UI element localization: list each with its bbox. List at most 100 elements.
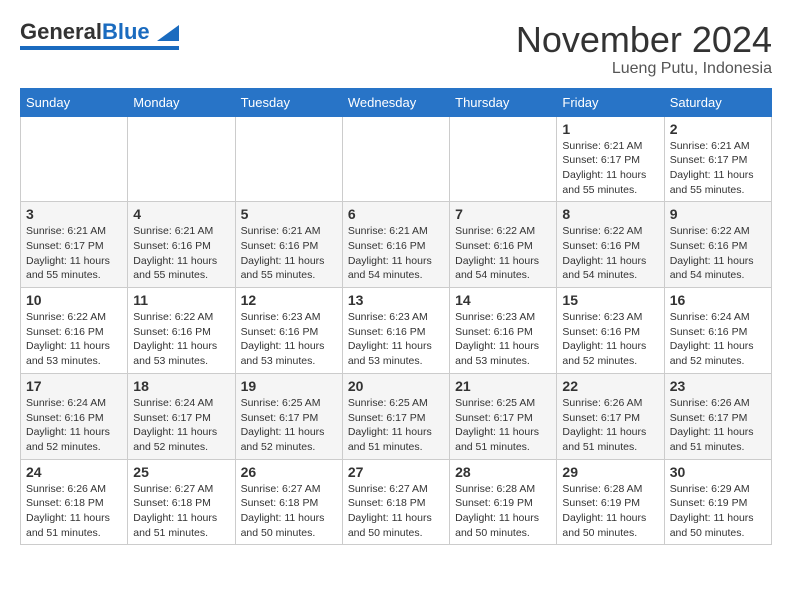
calendar-cell: 3 Sunrise: 6:21 AMSunset: 6:17 PMDaylight… xyxy=(21,202,128,288)
calendar-cell: 14 Sunrise: 6:23 AMSunset: 6:16 PMDayligh… xyxy=(450,288,557,374)
day-info: Sunrise: 6:25 AMSunset: 6:17 PMDaylight:… xyxy=(455,396,551,455)
day-info: Sunrise: 6:25 AMSunset: 6:17 PMDaylight:… xyxy=(348,396,444,455)
calendar-cell: 26Sunrise: 6:27 AMSunset: 6:18 PMDayligh… xyxy=(235,459,342,545)
day-info: Sunrise: 6:23 AMSunset: 6:16 PMDaylight:… xyxy=(241,310,337,369)
day-number: 2 xyxy=(670,121,766,137)
calendar-cell: 12 Sunrise: 6:23 AMSunset: 6:16 PMDayligh… xyxy=(235,288,342,374)
day-info: Sunrise: 6:29 AMSunset: 6:19 PMDaylight:… xyxy=(670,482,766,541)
day-info: Sunrise: 6:23 AMSunset: 6:16 PMDaylight:… xyxy=(455,310,551,369)
day-info: Sunrise: 6:22 AMSunset: 6:16 PMDaylight:… xyxy=(562,224,658,283)
day-number: 15 xyxy=(562,292,658,308)
day-number: 3 xyxy=(26,206,122,222)
day-number: 20 xyxy=(348,378,444,394)
weekday-header-monday: Monday xyxy=(128,88,235,116)
day-info: Sunrise: 6:27 AMSunset: 6:18 PMDaylight:… xyxy=(348,482,444,541)
calendar-cell: 15 Sunrise: 6:23 AMSunset: 6:16 PMDayligh… xyxy=(557,288,664,374)
calendar-header-row: SundayMondayTuesdayWednesdayThursdayFrid… xyxy=(21,88,772,116)
weekday-header-saturday: Saturday xyxy=(664,88,771,116)
day-number: 26 xyxy=(241,464,337,480)
calendar-cell: 17 Sunrise: 6:24 AMSunset: 6:16 PMDayligh… xyxy=(21,373,128,459)
day-number: 23 xyxy=(670,378,766,394)
day-number: 1 xyxy=(562,121,658,137)
day-number: 22 xyxy=(562,378,658,394)
day-number: 13 xyxy=(348,292,444,308)
calendar-cell: 27Sunrise: 6:27 AMSunset: 6:18 PMDayligh… xyxy=(342,459,449,545)
calendar-week-3: 10 Sunrise: 6:22 AMSunset: 6:16 PMDayligh… xyxy=(21,288,772,374)
day-info: Sunrise: 6:23 AMSunset: 6:16 PMDaylight:… xyxy=(348,310,444,369)
day-info: Sunrise: 6:23 AMSunset: 6:16 PMDaylight:… xyxy=(562,310,658,369)
month-title: November 2024 xyxy=(516,20,772,60)
calendar-cell: 16Sunrise: 6:24 AMSunset: 6:16 PMDayligh… xyxy=(664,288,771,374)
page-header: GeneralBlue November 2024 Lueng Putu, In… xyxy=(20,20,772,78)
calendar-cell: 11Sunrise: 6:22 AMSunset: 6:16 PMDayligh… xyxy=(128,288,235,374)
calendar-week-5: 24 Sunrise: 6:26 AMSunset: 6:18 PMDayligh… xyxy=(21,459,772,545)
calendar-table: SundayMondayTuesdayWednesdayThursdayFrid… xyxy=(20,88,772,546)
day-info: Sunrise: 6:21 AMSunset: 6:17 PMDaylight:… xyxy=(26,224,122,283)
weekday-header-tuesday: Tuesday xyxy=(235,88,342,116)
day-number: 19 xyxy=(241,378,337,394)
calendar-cell: 29Sunrise: 6:28 AMSunset: 6:19 PMDayligh… xyxy=(557,459,664,545)
calendar-cell: 22Sunrise: 6:26 AMSunset: 6:17 PMDayligh… xyxy=(557,373,664,459)
day-number: 4 xyxy=(133,206,229,222)
logo-blue: Blue xyxy=(102,19,150,44)
calendar-cell xyxy=(128,116,235,202)
day-info: Sunrise: 6:26 AMSunset: 6:17 PMDaylight:… xyxy=(670,396,766,455)
day-info: Sunrise: 6:21 AMSunset: 6:17 PMDaylight:… xyxy=(562,139,658,198)
calendar-week-4: 17 Sunrise: 6:24 AMSunset: 6:16 PMDayligh… xyxy=(21,373,772,459)
calendar-cell: 24 Sunrise: 6:26 AMSunset: 6:18 PMDayligh… xyxy=(21,459,128,545)
calendar-cell: 6 Sunrise: 6:21 AMSunset: 6:16 PMDaylight… xyxy=(342,202,449,288)
location-subtitle: Lueng Putu, Indonesia xyxy=(516,60,772,78)
calendar-cell xyxy=(450,116,557,202)
calendar-cell: 8 Sunrise: 6:22 AMSunset: 6:16 PMDaylight… xyxy=(557,202,664,288)
calendar-cell: 20 Sunrise: 6:25 AMSunset: 6:17 PMDayligh… xyxy=(342,373,449,459)
calendar-cell: 25Sunrise: 6:27 AMSunset: 6:18 PMDayligh… xyxy=(128,459,235,545)
day-info: Sunrise: 6:24 AMSunset: 6:17 PMDaylight:… xyxy=(133,396,229,455)
day-info: Sunrise: 6:25 AMSunset: 6:17 PMDaylight:… xyxy=(241,396,337,455)
day-number: 24 xyxy=(26,464,122,480)
day-info: Sunrise: 6:26 AMSunset: 6:18 PMDaylight:… xyxy=(26,482,122,541)
day-info: Sunrise: 6:24 AMSunset: 6:16 PMDaylight:… xyxy=(26,396,122,455)
calendar-week-2: 3 Sunrise: 6:21 AMSunset: 6:17 PMDaylight… xyxy=(21,202,772,288)
calendar-cell: 23 Sunrise: 6:26 AMSunset: 6:17 PMDayligh… xyxy=(664,373,771,459)
day-info: Sunrise: 6:27 AMSunset: 6:18 PMDaylight:… xyxy=(133,482,229,541)
calendar-cell: 4 Sunrise: 6:21 AMSunset: 6:16 PMDaylight… xyxy=(128,202,235,288)
weekday-header-friday: Friday xyxy=(557,88,664,116)
calendar-cell xyxy=(342,116,449,202)
day-number: 14 xyxy=(455,292,551,308)
logo: GeneralBlue xyxy=(20,20,179,50)
title-section: November 2024 Lueng Putu, Indonesia xyxy=(516,20,772,78)
calendar-cell: 30 Sunrise: 6:29 AMSunset: 6:19 PMDayligh… xyxy=(664,459,771,545)
calendar-cell: 28 Sunrise: 6:28 AMSunset: 6:19 PMDayligh… xyxy=(450,459,557,545)
day-number: 5 xyxy=(241,206,337,222)
day-info: Sunrise: 6:24 AMSunset: 6:16 PMDaylight:… xyxy=(670,310,766,369)
weekday-header-wednesday: Wednesday xyxy=(342,88,449,116)
day-number: 7 xyxy=(455,206,551,222)
logo-general: General xyxy=(20,19,102,44)
day-info: Sunrise: 6:22 AMSunset: 6:16 PMDaylight:… xyxy=(455,224,551,283)
day-number: 6 xyxy=(348,206,444,222)
day-info: Sunrise: 6:22 AMSunset: 6:16 PMDaylight:… xyxy=(26,310,122,369)
calendar-cell: 10 Sunrise: 6:22 AMSunset: 6:16 PMDayligh… xyxy=(21,288,128,374)
calendar-cell: 7 Sunrise: 6:22 AMSunset: 6:16 PMDaylight… xyxy=(450,202,557,288)
day-info: Sunrise: 6:21 AMSunset: 6:17 PMDaylight:… xyxy=(670,139,766,198)
day-number: 21 xyxy=(455,378,551,394)
day-number: 12 xyxy=(241,292,337,308)
calendar-cell: 9Sunrise: 6:22 AMSunset: 6:16 PMDaylight… xyxy=(664,202,771,288)
day-info: Sunrise: 6:21 AMSunset: 6:16 PMDaylight:… xyxy=(133,224,229,283)
calendar-cell: 13 Sunrise: 6:23 AMSunset: 6:16 PMDayligh… xyxy=(342,288,449,374)
day-number: 30 xyxy=(670,464,766,480)
calendar-cell: 18 Sunrise: 6:24 AMSunset: 6:17 PMDayligh… xyxy=(128,373,235,459)
calendar-cell xyxy=(21,116,128,202)
day-number: 8 xyxy=(562,206,658,222)
day-number: 28 xyxy=(455,464,551,480)
weekday-header-thursday: Thursday xyxy=(450,88,557,116)
day-number: 17 xyxy=(26,378,122,394)
day-number: 11 xyxy=(133,292,229,308)
calendar-cell xyxy=(235,116,342,202)
day-info: Sunrise: 6:21 AMSunset: 6:16 PMDaylight:… xyxy=(348,224,444,283)
day-number: 29 xyxy=(562,464,658,480)
day-info: Sunrise: 6:28 AMSunset: 6:19 PMDaylight:… xyxy=(455,482,551,541)
day-number: 10 xyxy=(26,292,122,308)
day-number: 18 xyxy=(133,378,229,394)
calendar-week-1: 1 Sunrise: 6:21 AMSunset: 6:17 PMDaylight… xyxy=(21,116,772,202)
